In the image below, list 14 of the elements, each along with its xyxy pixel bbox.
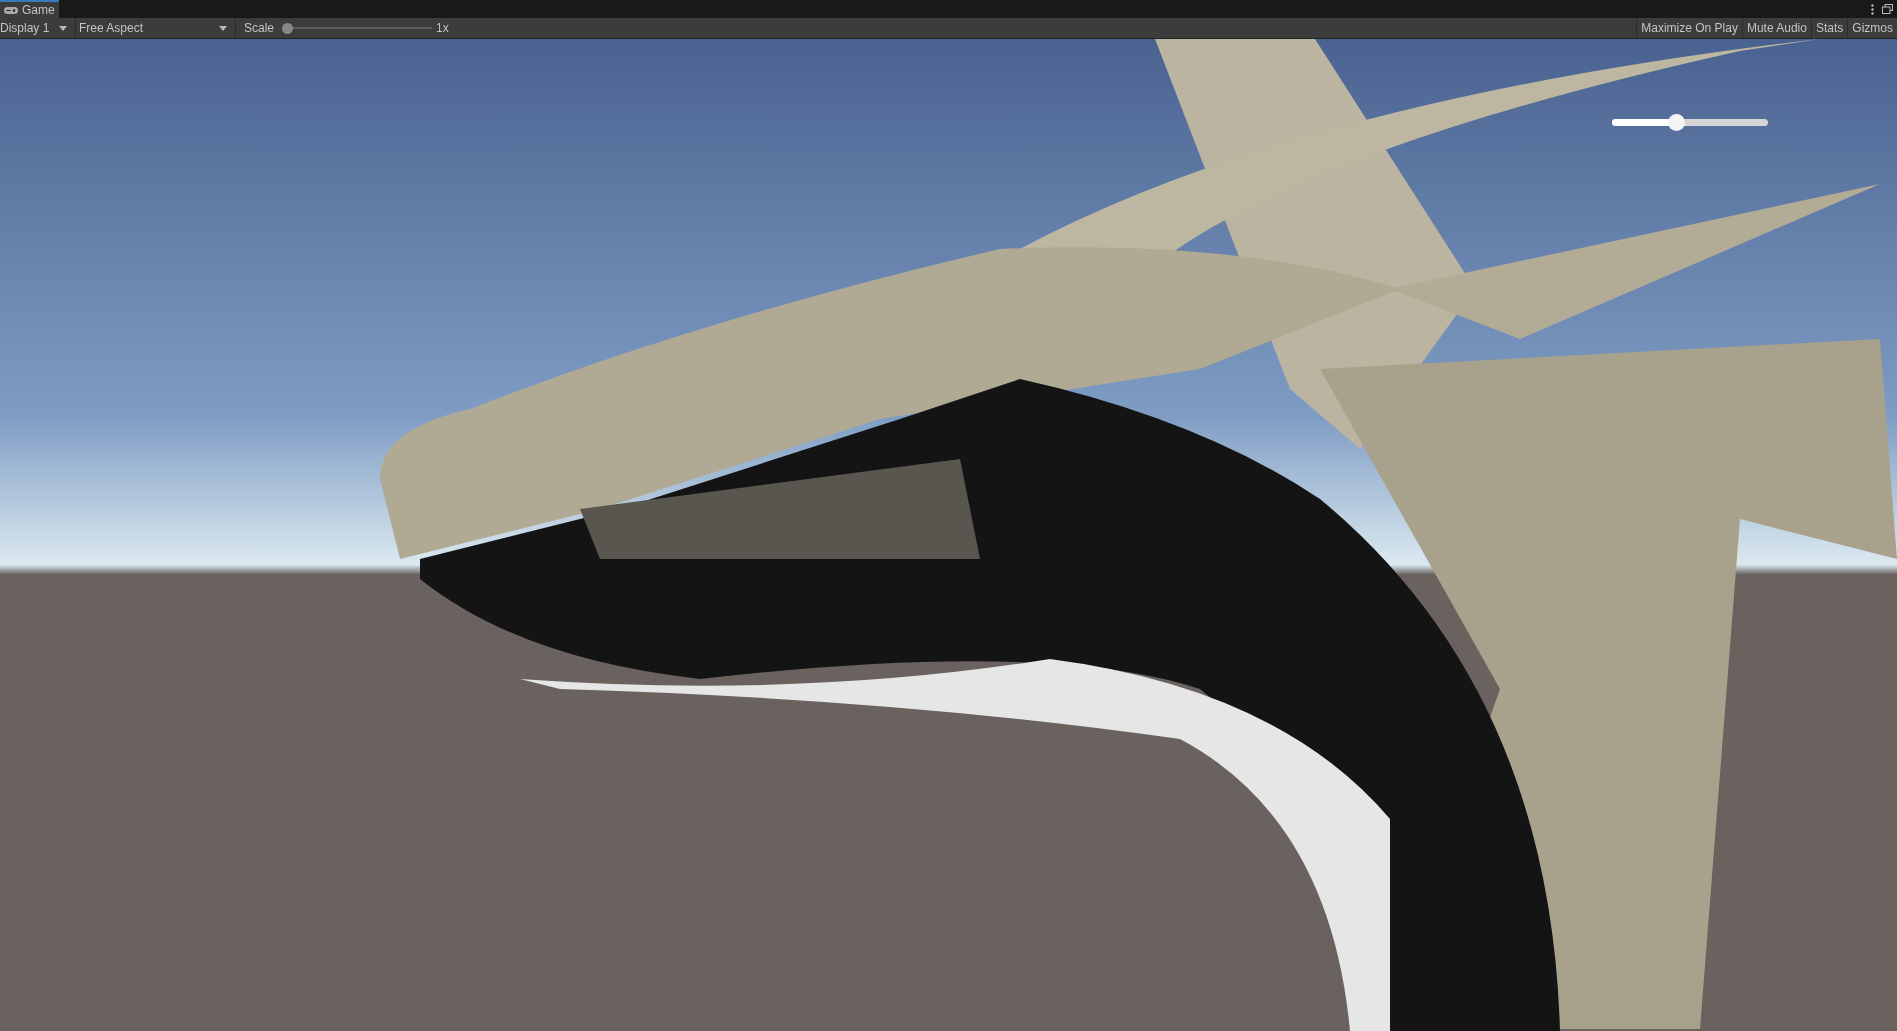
display-dropdown[interactable]: Display 1	[0, 18, 76, 38]
scale-slider[interactable]	[282, 22, 433, 34]
window-icon[interactable]	[1882, 4, 1893, 14]
scale-value: 1x	[436, 20, 449, 37]
gamepad-icon	[4, 5, 18, 15]
aspect-dropdown[interactable]: Free Aspect	[76, 18, 236, 38]
slider-thumb[interactable]	[1667, 113, 1685, 131]
caret-icon	[219, 25, 227, 31]
caret-icon	[59, 25, 67, 31]
ui-slider[interactable]	[1612, 113, 1768, 131]
scale-label: Scale	[244, 20, 275, 37]
more-options-icon[interactable]	[1871, 3, 1874, 15]
game-tab[interactable]: Game	[0, 0, 59, 18]
slider-thumb[interactable]	[282, 22, 294, 34]
